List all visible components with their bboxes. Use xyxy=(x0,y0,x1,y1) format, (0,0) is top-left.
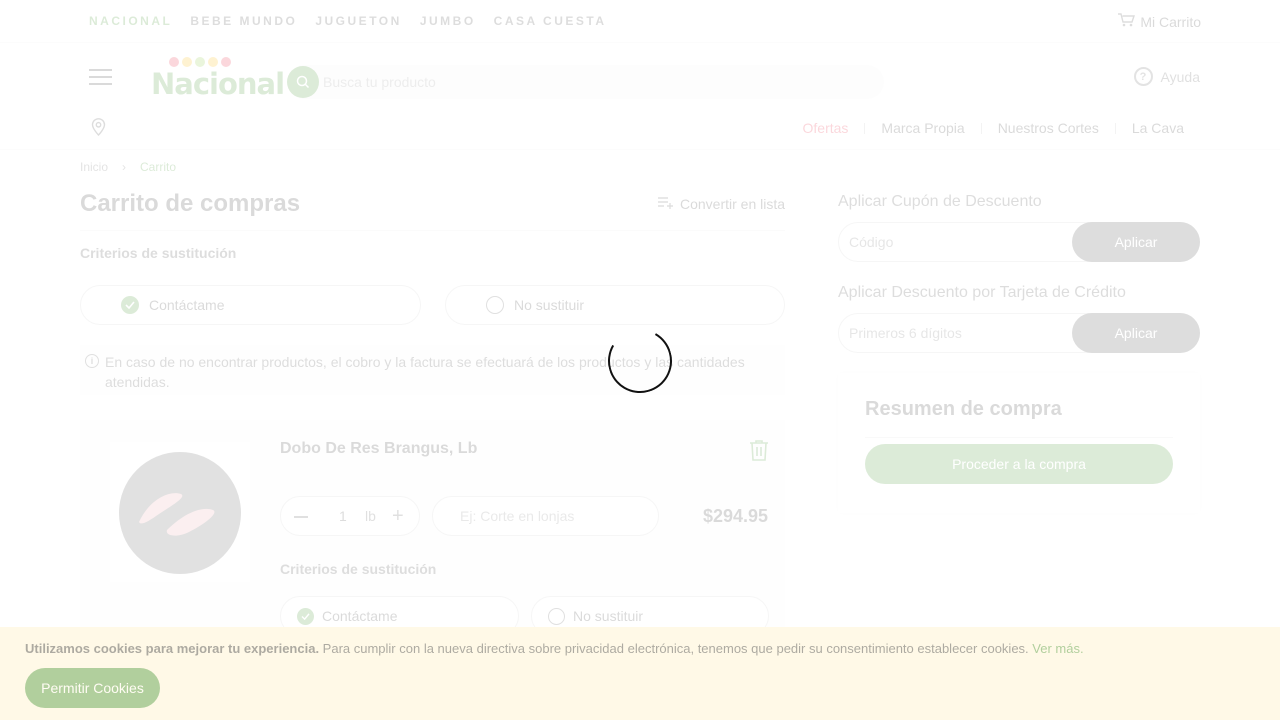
radio-icon xyxy=(486,296,504,314)
item-substitution-title: Criterios de sustitución xyxy=(280,561,437,577)
category-nav: Ofertas Marca Propia Nuestros Cortes La … xyxy=(803,120,1184,136)
apply-coupon-button[interactable]: Aplicar xyxy=(1072,222,1200,262)
card-discount-field: Aplicar xyxy=(838,313,1200,353)
nav-marca-propia[interactable]: Marca Propia xyxy=(881,120,964,136)
product-note-input[interactable] xyxy=(432,496,659,536)
item-option-contact-label: Contáctame xyxy=(322,608,398,624)
convert-to-list-button[interactable]: Convertir en lista xyxy=(658,196,785,212)
my-cart-link[interactable]: Mi Carrito xyxy=(1118,13,1201,30)
quantity-unit: lb xyxy=(365,508,376,524)
help-label: Ayuda xyxy=(1160,68,1200,85)
location-pin-icon[interactable] xyxy=(91,118,106,141)
substitution-notice: i En caso de no encontrar productos, el … xyxy=(80,345,785,395)
trash-icon[interactable] xyxy=(749,439,769,466)
plus-icon[interactable]: + xyxy=(392,506,404,526)
cart-icon xyxy=(1118,13,1136,30)
divider xyxy=(865,437,1173,438)
store-link-bebe-mundo[interactable]: BEBE MUNDO xyxy=(190,14,297,28)
substitution-criteria-title: Criterios de sustitución xyxy=(80,245,237,261)
check-icon xyxy=(121,296,139,314)
quantity-stepper: 1 lb + xyxy=(280,496,420,536)
cookie-banner: Utilizamos cookies para mejorar tu exper… xyxy=(0,627,1280,720)
cookie-more-link[interactable]: Ver más. xyxy=(1032,641,1083,656)
main-header: Nacional ? Ayuda Ofertas Marca Propia Nu… xyxy=(0,43,1280,150)
playlist-add-icon xyxy=(658,196,674,212)
breadcrumb-separator: › xyxy=(122,160,127,174)
store-link-jugueton[interactable]: JUGUETON xyxy=(315,14,401,28)
convert-label: Convertir en lista xyxy=(680,196,786,212)
search-icon[interactable] xyxy=(287,66,319,98)
page-title: Carrito de compras xyxy=(80,190,301,217)
help-icon: ? xyxy=(1133,67,1153,86)
cookie-bold-text: Utilizamos cookies para mejorar tu exper… xyxy=(25,641,320,656)
quantity-value[interactable]: 1 xyxy=(339,508,347,524)
nav-la-cava[interactable]: La Cava xyxy=(1132,120,1184,136)
cookie-text: Para cumplir con la nueva directiva sobr… xyxy=(319,641,1033,656)
breadcrumb-home[interactable]: Inicio xyxy=(80,160,108,174)
help-link[interactable]: ? Ayuda xyxy=(1133,67,1200,86)
store-link-nacional[interactable]: NACIONAL xyxy=(89,14,172,28)
nav-nuestros-cortes[interactable]: Nuestros Cortes xyxy=(998,120,1099,136)
coupon-field: Aplicar xyxy=(838,222,1200,262)
menu-icon[interactable] xyxy=(89,69,112,86)
store-bar: NACIONAL BEBE MUNDO JUGUETON JUMBO CASA … xyxy=(0,0,1280,43)
store-link-jumbo[interactable]: JUMBO xyxy=(420,14,476,28)
allow-cookies-button[interactable]: Permitir Cookies xyxy=(25,668,160,708)
coupon-title: Aplicar Cupón de Descuento xyxy=(838,193,1042,210)
minus-icon[interactable] xyxy=(294,516,308,518)
divider xyxy=(80,230,785,231)
card-discount-title: Aplicar Descuento por Tarjeta de Crédito xyxy=(838,284,1126,301)
logo-text: Nacional xyxy=(151,67,285,101)
order-summary: Resumen de compra Proceder a la compra xyxy=(838,373,1200,513)
search-bar xyxy=(287,65,884,99)
option-contact-label: Contáctame xyxy=(149,297,225,313)
logo-dots xyxy=(169,57,231,67)
summary-title: Resumen de compra xyxy=(865,398,1062,420)
store-link-casa-cuesta[interactable]: CASA CUESTA xyxy=(494,14,607,28)
option-contact-me[interactable]: Contáctame xyxy=(80,285,421,325)
apply-card-button[interactable]: Aplicar xyxy=(1072,313,1200,353)
product-price: $294.95 xyxy=(703,506,769,526)
cart-item: Dobo De Res Brangus, Lb 1 lb + $294.95 C… xyxy=(80,420,785,636)
store-links: NACIONAL BEBE MUNDO JUGUETON JUMBO CASA … xyxy=(89,14,607,28)
my-cart-label: Mi Carrito xyxy=(1140,13,1201,30)
info-icon: i xyxy=(85,354,99,368)
option-no-sub-label: No sustituir xyxy=(514,297,585,313)
breadcrumb: Inicio › Carrito xyxy=(80,160,176,174)
option-no-substitute[interactable]: No sustituir xyxy=(445,285,785,325)
checkout-button[interactable]: Proceder a la compra xyxy=(865,444,1173,484)
logo[interactable]: Nacional xyxy=(151,57,285,101)
breadcrumb-current: Carrito xyxy=(140,160,177,174)
nav-ofertas[interactable]: Ofertas xyxy=(803,120,849,136)
card-digits-input[interactable] xyxy=(839,314,1071,352)
check-icon xyxy=(297,607,314,625)
search-input[interactable] xyxy=(323,65,863,99)
product-name[interactable]: Dobo De Res Brangus, Lb xyxy=(280,440,477,458)
item-option-no-sub-label: No sustituir xyxy=(573,608,644,624)
coupon-input[interactable] xyxy=(839,223,1071,261)
product-image[interactable] xyxy=(110,442,250,582)
radio-icon xyxy=(548,607,565,625)
cookie-message: Utilizamos cookies para mejorar tu exper… xyxy=(25,641,1084,656)
